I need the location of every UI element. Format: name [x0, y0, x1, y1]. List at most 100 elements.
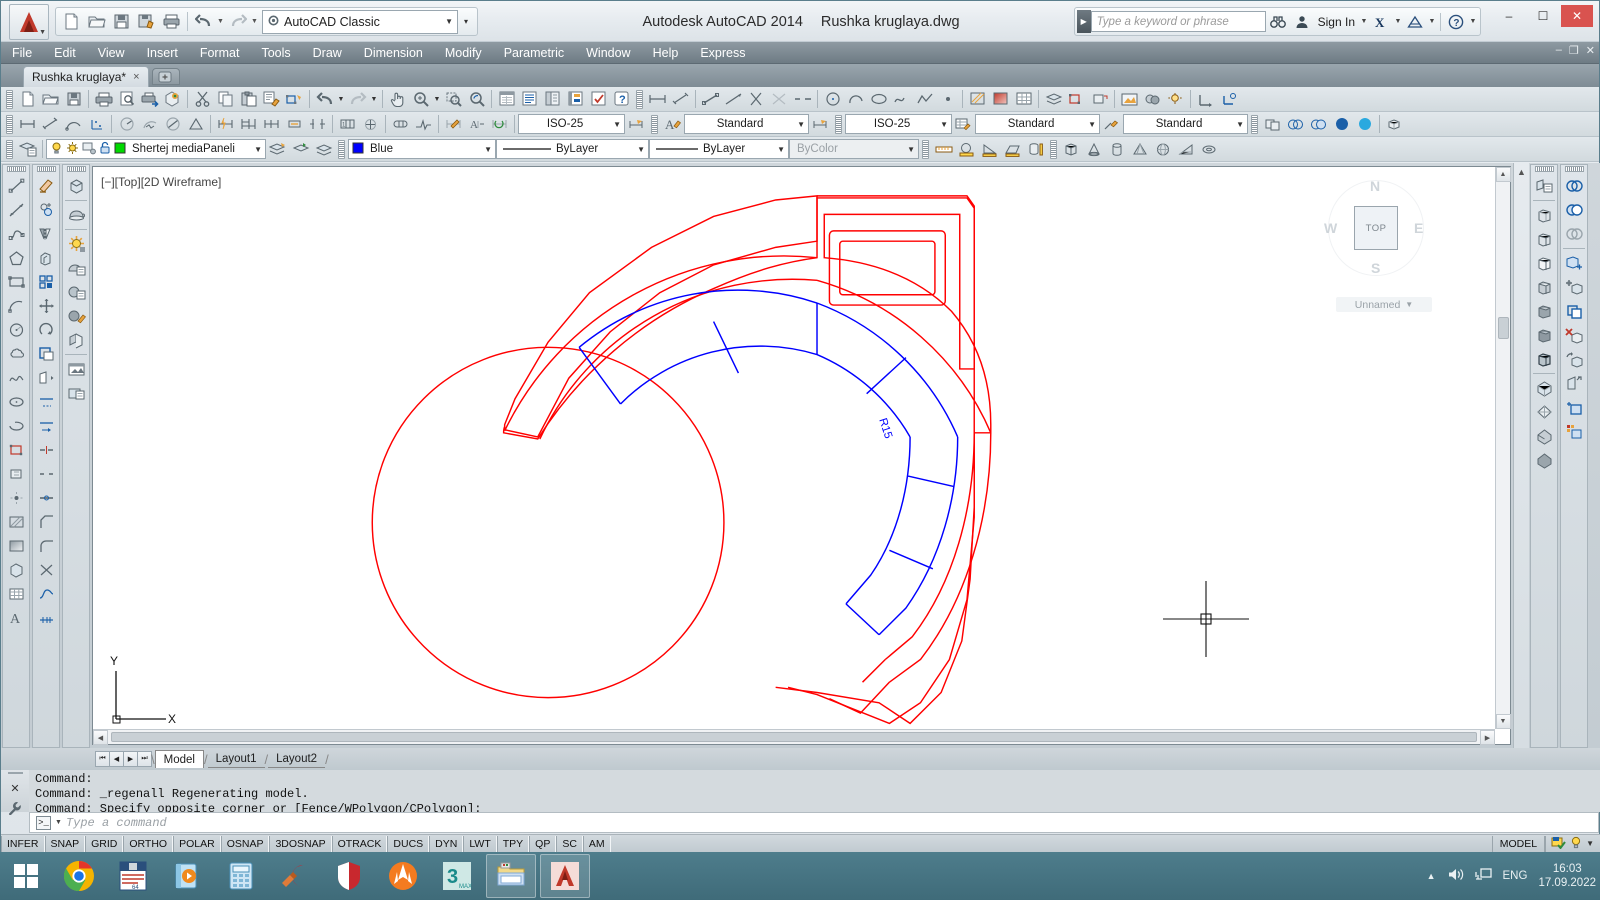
properties-icon[interactable] — [495, 88, 518, 110]
layer-freeze-icon[interactable] — [66, 141, 79, 158]
cut-icon[interactable] — [191, 88, 214, 110]
last-layout-button[interactable]: ⏭ — [137, 751, 152, 767]
show-hidden-icons-button[interactable]: ▲ — [1427, 871, 1436, 881]
chevron-down-icon[interactable]: ▼ — [252, 145, 262, 154]
dimarc-icon[interactable] — [62, 113, 85, 135]
toolbar-grip[interactable] — [636, 89, 643, 109]
layer-control-combo[interactable]: Shertej mediaPaneli ▼ — [46, 139, 266, 159]
layout-tab-layout1[interactable]: Layout1 — [207, 751, 265, 768]
chamfer-icon[interactable] — [34, 510, 58, 534]
qnew-icon[interactable] — [59, 9, 84, 34]
redo-dropdown-icon[interactable]: ▼ — [250, 18, 259, 25]
dimdiameter-icon[interactable] — [161, 113, 184, 135]
autodesk-exchange-icon[interactable]: X — [1369, 10, 1393, 34]
network-icon[interactable] — [1474, 867, 1492, 885]
horizontal-scroll-thumb[interactable] — [111, 732, 1477, 742]
mleader-style-combo[interactable]: Standard ▼ — [1123, 114, 1248, 134]
make-block-icon[interactable] — [4, 462, 28, 486]
move-face-icon[interactable] — [1562, 275, 1586, 299]
zoom-realtime-icon[interactable] — [409, 88, 432, 110]
scroll-down-arrow[interactable]: ▼ — [1495, 714, 1511, 729]
zoom-window-icon[interactable] — [442, 88, 465, 110]
menu-item-tools[interactable]: Tools — [250, 42, 301, 64]
text-style-combo[interactable]: Standard ▼ — [684, 114, 809, 134]
redo-icon[interactable] — [225, 9, 250, 34]
undo-icon[interactable] — [313, 88, 336, 110]
horizontal-scrollbar[interactable]: ◀ ▶ — [93, 729, 1495, 745]
new-icon[interactable] — [16, 88, 39, 110]
view-cube-top-face[interactable]: TOP — [1354, 206, 1398, 250]
status-toggle-sc[interactable]: SC — [556, 835, 583, 852]
status-toggle-dyn[interactable]: DYN — [429, 835, 464, 852]
conceptual-visual-icon[interactable] — [1532, 299, 1556, 323]
redo-dropdown-icon[interactable]: ▼ — [369, 96, 379, 103]
multileader-dimstyle-combo[interactable]: ISO-25 ▼ — [845, 114, 952, 134]
2d-wireframe-icon[interactable] — [1532, 203, 1556, 227]
expand-icon[interactable]: ▼ — [1586, 839, 1594, 848]
panel-collapse-handle[interactable]: ▲ — [1513, 163, 1529, 748]
centermark-icon[interactable] — [359, 113, 382, 135]
hatch-icon[interactable] — [966, 88, 989, 110]
dimedit-icon[interactable] — [442, 113, 465, 135]
undo-icon[interactable] — [191, 9, 216, 34]
menu-item-help[interactable]: Help — [642, 42, 690, 64]
table-icon[interactable] — [1012, 88, 1035, 110]
doc-minimize-button[interactable]: – — [1556, 44, 1562, 57]
extend-icon[interactable] — [768, 88, 791, 110]
document-tab-rushka[interactable]: Rushka kruglaya* × — [23, 66, 149, 87]
extrude-face-icon[interactable] — [1562, 251, 1586, 275]
save-icon[interactable] — [62, 88, 85, 110]
status-toggle-lwt[interactable]: LWT — [463, 835, 497, 852]
explode-icon[interactable] — [34, 558, 58, 582]
menu-item-edit[interactable]: Edit — [43, 42, 87, 64]
text-style-manager-icon[interactable] — [809, 113, 832, 135]
command-history[interactable]: Command: Command: _regenall Regenerating… — [29, 770, 1600, 816]
scroll-right-arrow[interactable]: ▶ — [1480, 730, 1495, 745]
shade-icon[interactable] — [64, 203, 88, 227]
taskbar-item-floppy64[interactable]: 64 — [108, 854, 158, 898]
view-cube[interactable]: N S W E TOP Unnamed ▼ — [1316, 172, 1436, 312]
text-style-icon[interactable]: A — [661, 113, 684, 135]
3dprint-icon[interactable] — [161, 88, 184, 110]
divide-icon[interactable] — [34, 606, 58, 630]
union-icon[interactable] — [1562, 174, 1586, 198]
status-toggle-tpy[interactable]: TPY — [496, 835, 530, 852]
publish-icon[interactable] — [138, 88, 161, 110]
gradient-icon[interactable] — [4, 534, 28, 558]
gradient-icon[interactable] — [989, 88, 1012, 110]
extrude-icon[interactable] — [1383, 113, 1406, 135]
render-environment-icon[interactable] — [64, 381, 88, 405]
vertical-scroll-thumb[interactable] — [1497, 317, 1509, 339]
line-icon[interactable] — [4, 174, 28, 198]
compass-north-label[interactable]: N — [1370, 178, 1380, 194]
blockeditor-icon[interactable] — [283, 88, 306, 110]
subtract-icon[interactable] — [1562, 198, 1586, 222]
compass-south-label[interactable]: S — [1371, 260, 1380, 276]
matchprop-icon[interactable] — [260, 88, 283, 110]
extend-icon[interactable] — [34, 414, 58, 438]
taskbar-item-avast[interactable] — [378, 854, 428, 898]
layer-properties-manager-icon[interactable] — [16, 138, 39, 160]
circle-icon[interactable] — [821, 88, 844, 110]
dist-measure-icon[interactable] — [932, 138, 955, 160]
taskbar-item-3dsmax[interactable]: 3 MAX — [432, 854, 482, 898]
polyline-icon[interactable] — [913, 88, 936, 110]
layout-tab-layout2[interactable]: Layout2 — [268, 751, 326, 768]
taskbar-item-explorer[interactable] — [486, 854, 536, 898]
rotate-face-icon[interactable] — [1562, 347, 1586, 371]
drawing-canvas[interactable]: [−][Top][2D Wireframe] R15 Y X N S W E T… — [92, 166, 1511, 745]
scroll-up-arrow[interactable]: ▲ — [1495, 167, 1511, 182]
torus-solid-icon[interactable] — [1198, 138, 1221, 160]
polygon-icon[interactable] — [4, 246, 28, 270]
realistic-visual-icon[interactable] — [1532, 275, 1556, 299]
infocenter-expand-icon[interactable]: ▶ — [1076, 10, 1091, 33]
dimtextedit-icon[interactable]: A — [465, 113, 488, 135]
dimension-style-combo[interactable]: ISO-25 ▼ — [518, 114, 625, 134]
status-toggle-am[interactable]: AM — [582, 835, 611, 852]
toolbar-grip[interactable] — [36, 166, 56, 172]
menu-item-insert[interactable]: Insert — [136, 42, 189, 64]
menu-item-parametric[interactable]: Parametric — [493, 42, 575, 64]
blend-curves-icon[interactable] — [34, 582, 58, 606]
chevron-down-icon[interactable]: ▼ — [1086, 120, 1096, 129]
toolbar-grip[interactable] — [7, 772, 23, 774]
